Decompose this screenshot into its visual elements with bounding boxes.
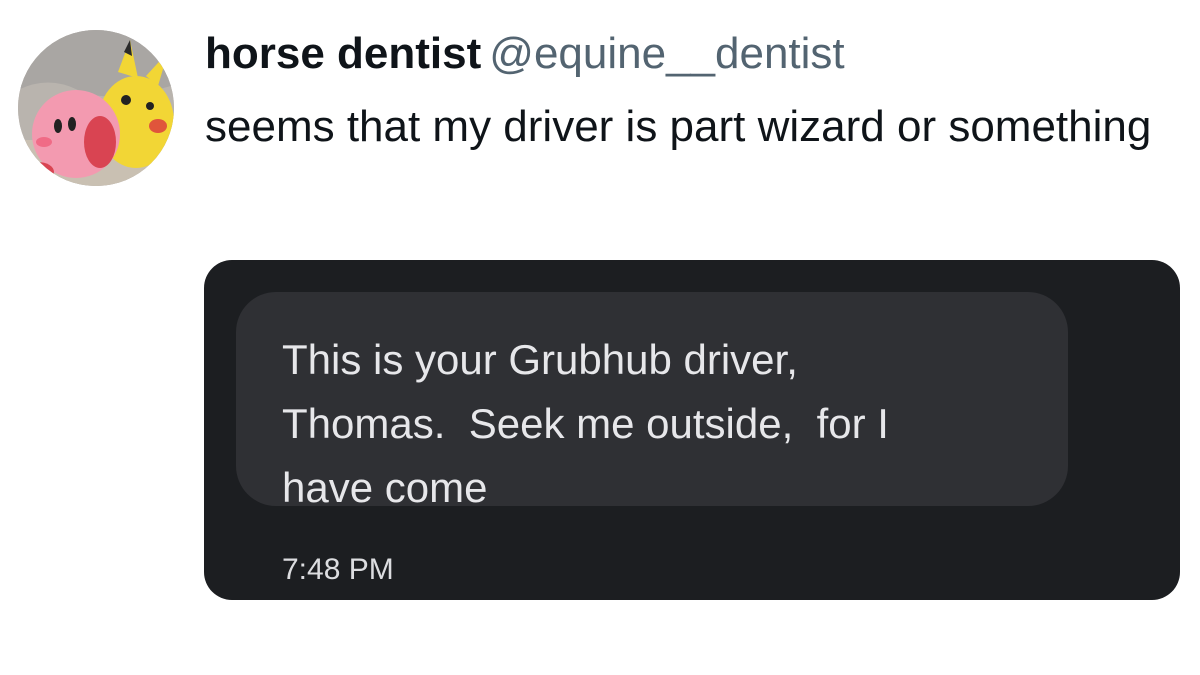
- message-line: Thomas. Seek me outside, for I: [282, 400, 889, 447]
- attached-message-screenshot[interactable]: This is your Grubhub driver, Thomas. See…: [204, 260, 1180, 600]
- message-bubble: This is your Grubhub driver, Thomas. See…: [236, 292, 1068, 511]
- tweet-text: seems that my driver is part wizard or s…: [205, 102, 1152, 151]
- author-handle[interactable]: @equine__dentist: [489, 29, 844, 78]
- message-line: This is your Grubhub driver,: [282, 336, 798, 383]
- message-line: have come: [282, 464, 488, 511]
- tweet-header: horse dentist @equine__dentist: [205, 24, 845, 84]
- message-text: This is your Grubhub driver, Thomas. See…: [282, 328, 1042, 520]
- avatar[interactable]: [18, 30, 174, 186]
- author-display-name[interactable]: horse dentist: [205, 29, 481, 78]
- message-timestamp: 7:48 PM: [282, 553, 394, 586]
- avatar-image: [18, 30, 174, 186]
